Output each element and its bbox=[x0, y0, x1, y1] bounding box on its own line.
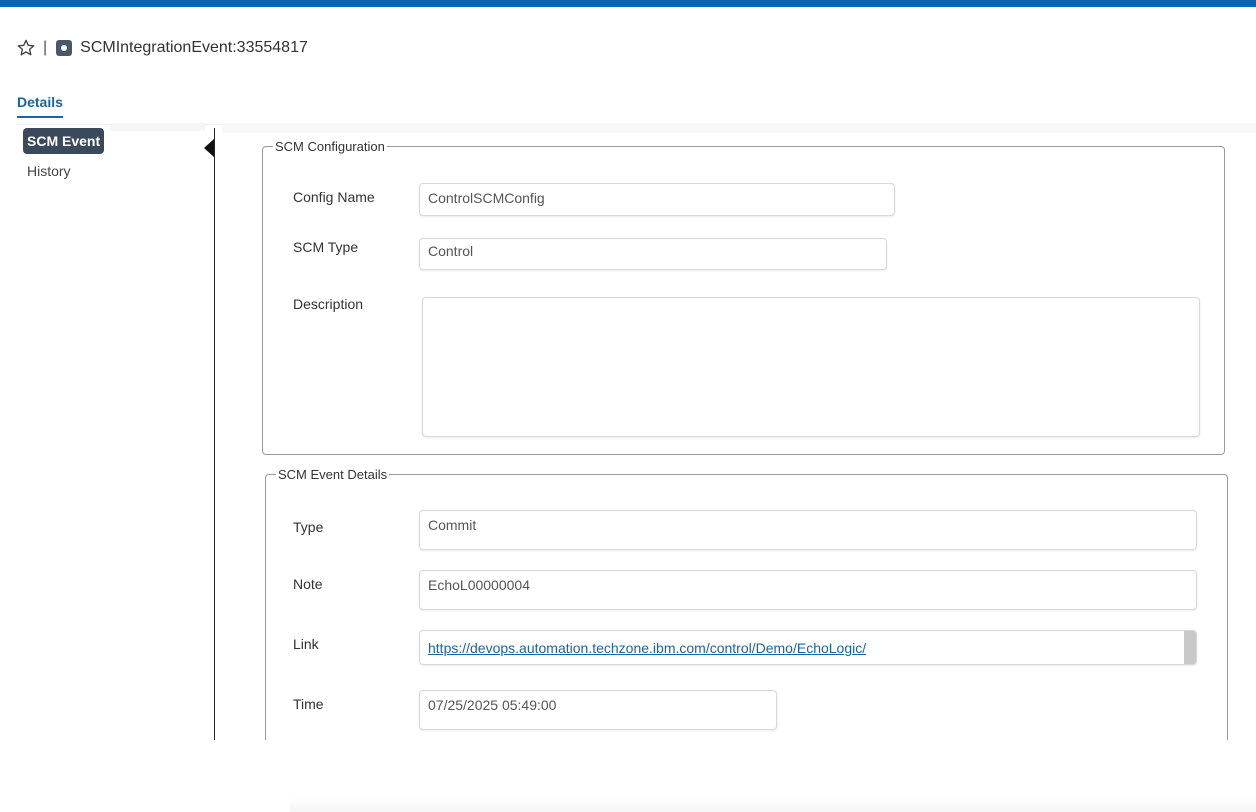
sidebar-item-scm-event[interactable]: SCM Event bbox=[23, 128, 105, 154]
section-legend: SCM Event Details bbox=[276, 467, 390, 482]
description-label: Description bbox=[293, 296, 364, 312]
record-header: | SCMIntegrationEvent:33554817 bbox=[16, 36, 308, 60]
description-textarea[interactable] bbox=[422, 297, 1200, 437]
scrollbar[interactable] bbox=[1184, 631, 1196, 664]
section-legend: SCM Configuration bbox=[273, 139, 387, 154]
type-label: Type bbox=[293, 519, 324, 535]
panel-shade bbox=[290, 796, 1256, 812]
tab-bar: Details bbox=[17, 92, 1256, 125]
link-label: Link bbox=[293, 636, 319, 652]
tab-details[interactable]: Details bbox=[17, 94, 63, 118]
header-separator: | bbox=[43, 39, 48, 56]
config-name-field[interactable]: ControlSCMConfig bbox=[419, 183, 895, 216]
panel-shade bbox=[222, 123, 1256, 133]
note-field[interactable]: EchoL00000004 bbox=[419, 570, 1197, 610]
time-label: Time bbox=[293, 696, 324, 712]
panel-divider[interactable] bbox=[214, 128, 215, 740]
sidebar-item-history[interactable]: History bbox=[23, 158, 75, 184]
top-accent-bar bbox=[0, 0, 1256, 7]
type-field[interactable]: Commit bbox=[419, 510, 1197, 550]
star-icon[interactable] bbox=[16, 38, 36, 58]
note-label: Note bbox=[293, 576, 323, 592]
link-field[interactable]: https://devops.automation.techzone.ibm.c… bbox=[419, 630, 1197, 665]
collapse-arrow-icon[interactable] bbox=[204, 139, 214, 157]
scm-type-field[interactable]: Control bbox=[419, 238, 887, 270]
record-icon bbox=[56, 40, 73, 56]
panel-shade bbox=[110, 123, 205, 131]
time-field[interactable]: 07/25/2025 05:49:00 bbox=[419, 690, 777, 730]
scm-type-label: SCM Type bbox=[293, 239, 359, 255]
scm-link[interactable]: https://devops.automation.techzone.ibm.c… bbox=[428, 640, 866, 656]
config-name-label: Config Name bbox=[293, 189, 375, 205]
page-title: SCMIntegrationEvent:33554817 bbox=[80, 39, 308, 56]
side-navigation: SCM Event History bbox=[23, 128, 105, 188]
